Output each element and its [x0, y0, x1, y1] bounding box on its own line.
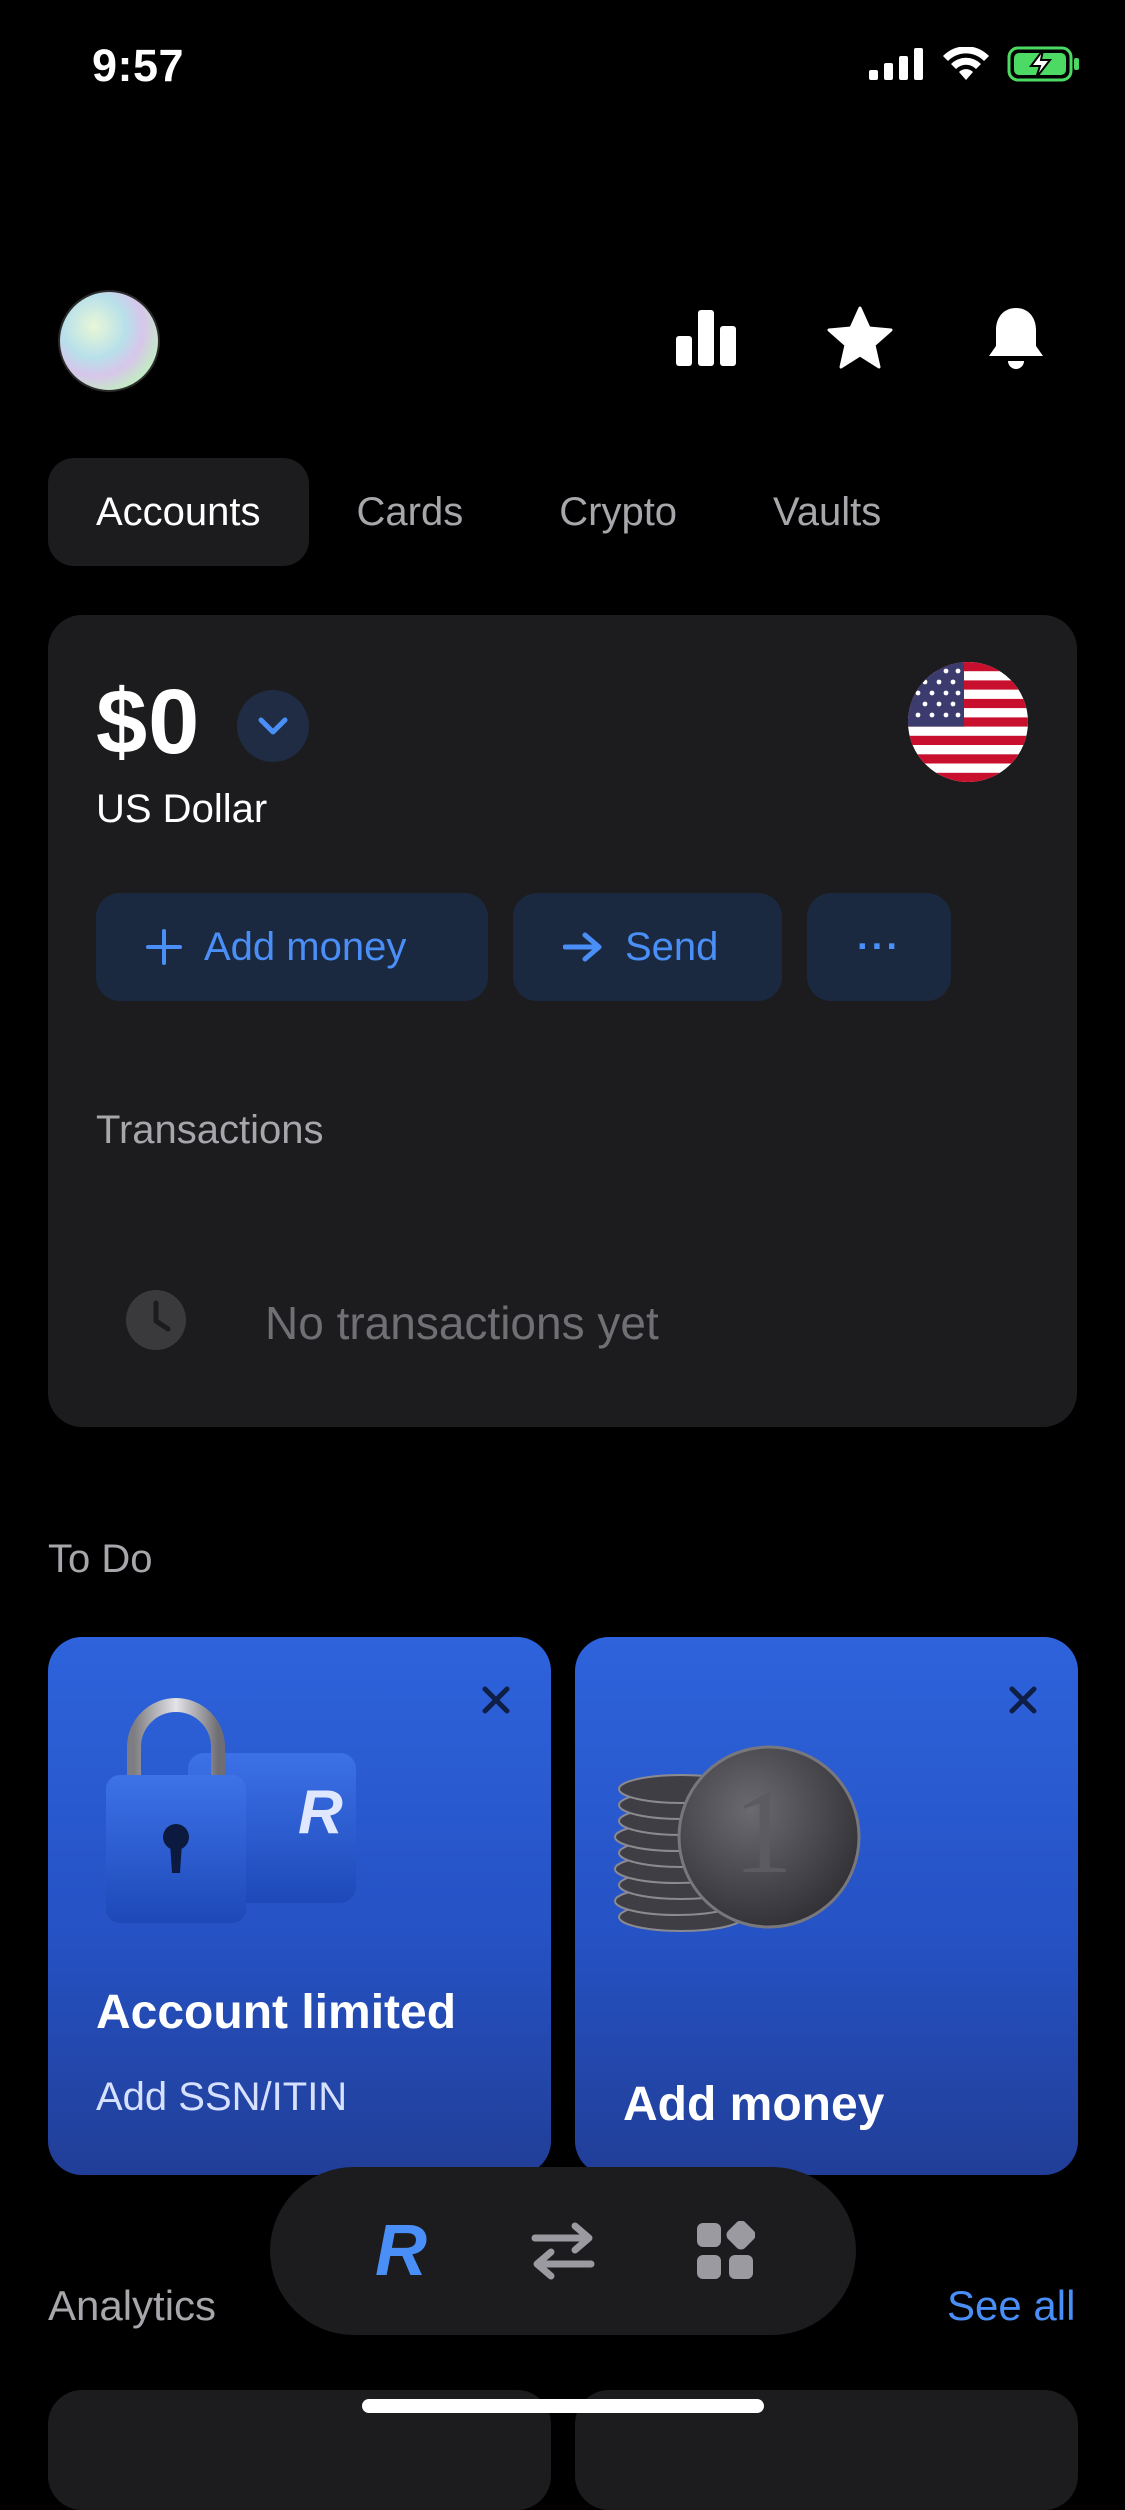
add-money-label: Add money [204, 924, 407, 969]
todo-title: To Do [48, 1537, 153, 1581]
bottom-nav: R [270, 2167, 856, 2335]
bell-icon[interactable] [978, 300, 1054, 376]
send-label: Send [625, 924, 719, 969]
star-icon[interactable] [822, 300, 898, 376]
todo-card-account-limited[interactable]: R Account limited Add SSN/ITIN [48, 1637, 551, 2175]
analytics-title: Analytics [48, 2282, 217, 2329]
chevron-down-icon [258, 717, 288, 735]
empty-transactions-text: No transactions yet [265, 1297, 659, 1349]
home-icon[interactable]: R [361, 2211, 441, 2291]
close-icon[interactable] [998, 1675, 1048, 1725]
status-icons [869, 46, 1081, 82]
todo-card-title: Add money [623, 2078, 885, 2131]
todo-card-add-money[interactable]: 1 Add money [575, 1637, 1078, 2175]
arrow-right-icon [563, 932, 602, 962]
transactions-title: Transactions [96, 1108, 324, 1152]
wifi-icon [943, 47, 989, 80]
hub-icon[interactable] [685, 2211, 765, 2291]
tab-vaults[interactable]: Vaults [725, 458, 929, 566]
transfer-icon[interactable] [523, 2211, 603, 2291]
tab-bar: Accounts Cards Crypto Vaults [48, 458, 929, 566]
lock-illustration: R [88, 1697, 418, 1937]
balance-amount: $0 [96, 671, 201, 773]
see-all-link[interactable]: See all [947, 2282, 1075, 2330]
tab-crypto[interactable]: Crypto [511, 458, 725, 566]
status-time: 9:57 [92, 40, 185, 91]
home-indicator [362, 2399, 764, 2413]
close-icon[interactable] [471, 1675, 521, 1725]
currency-label: US Dollar [96, 787, 268, 831]
more-dots-icon: ··· [857, 925, 901, 968]
add-money-button[interactable]: Add money [96, 893, 488, 1001]
todo-card-title: Account limited [96, 1986, 457, 2039]
tab-accounts[interactable]: Accounts [48, 458, 309, 566]
currency-dropdown-button[interactable] [237, 690, 309, 762]
send-button[interactable]: Send [513, 893, 782, 1001]
todo-card-subtitle: Add SSN/ITIN [96, 2075, 348, 2119]
home-r-logo: R [375, 2211, 427, 2291]
brand-r-logo: R [298, 1778, 343, 1847]
coin-one-mark: 1 [733, 1765, 793, 1898]
signal-icon [869, 48, 923, 80]
avatar[interactable] [58, 290, 160, 392]
tab-cards[interactable]: Cards [309, 458, 512, 566]
us-flag-icon [908, 662, 1028, 782]
more-button[interactable]: ··· [807, 893, 951, 1001]
clock-icon [126, 1290, 186, 1350]
plus-icon [146, 929, 182, 965]
coins-illustration: 1 [611, 1737, 881, 1937]
analytics-icon[interactable] [668, 300, 744, 376]
battery-charging-icon [1007, 46, 1079, 82]
